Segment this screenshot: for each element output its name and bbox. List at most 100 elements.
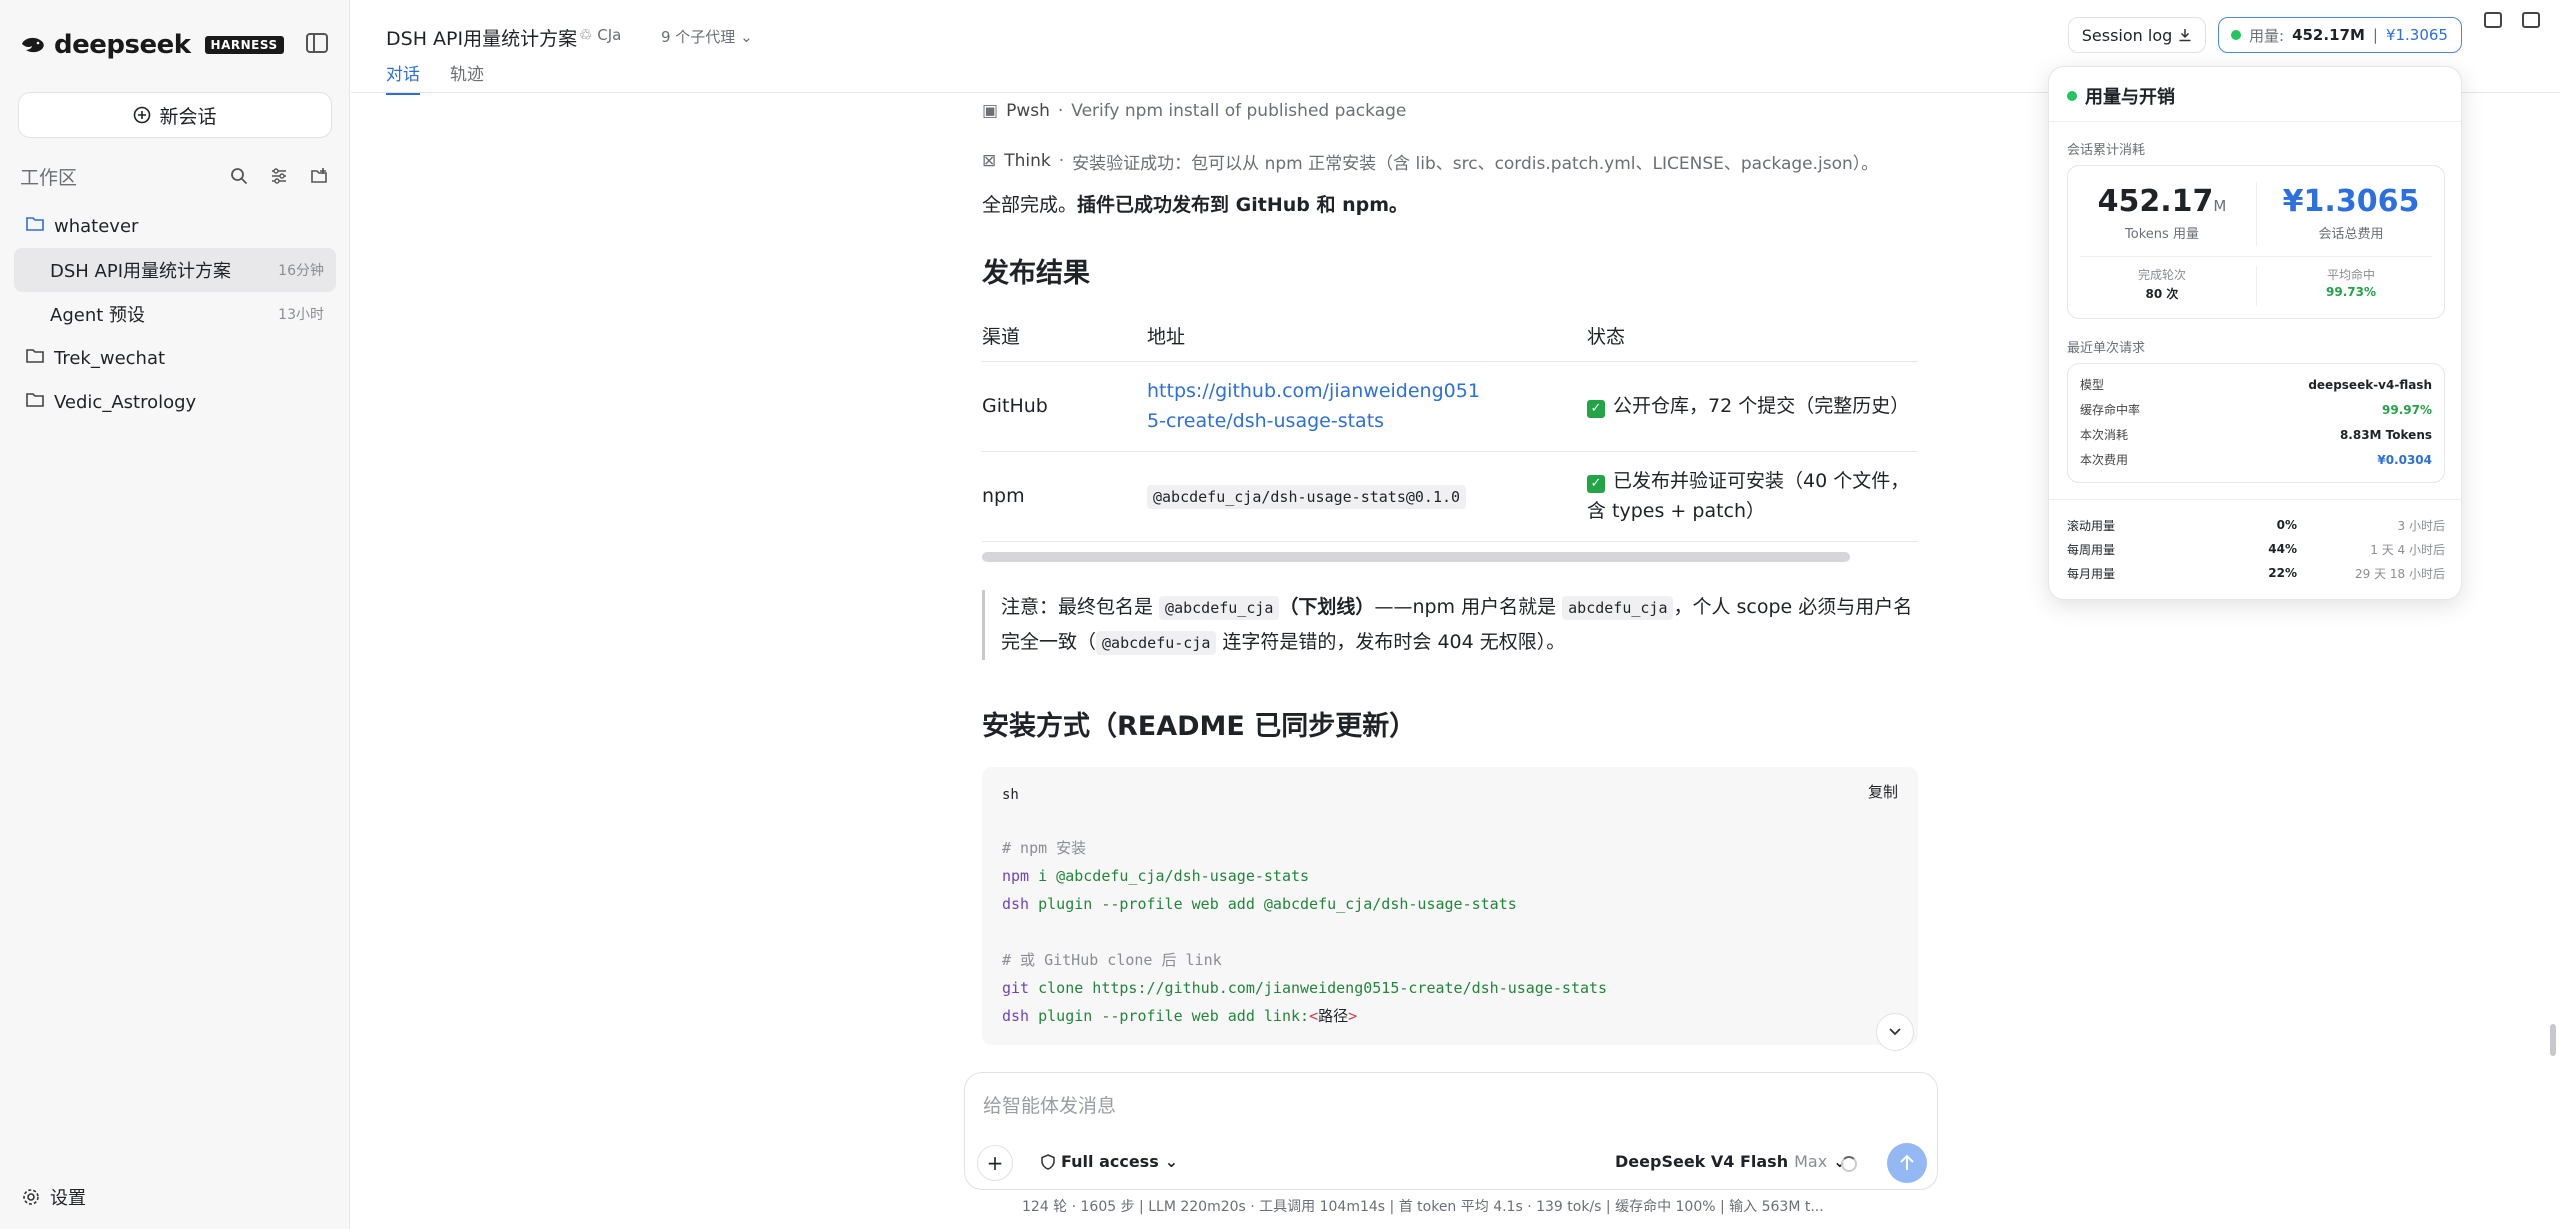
col-address: 地址: [1147, 310, 1587, 362]
code-angle: <: [1309, 1006, 1319, 1025]
done-paragraph: 全部完成。插件已成功发布到 GitHub 和 npm。: [982, 190, 1918, 217]
code-cmd: npm: [1002, 866, 1030, 885]
chevron-down-icon: ⌄: [740, 28, 753, 46]
folder-vedic-astrology[interactable]: Vedic_Astrology: [14, 380, 336, 424]
think-step[interactable]: ⊠ Think · 安装验证成功：包可以从 npm 正常安装（含 lib、src…: [982, 146, 1918, 176]
cell-status: ✓ 公开仓库，72 个提交（完整历史）: [1587, 361, 1918, 452]
conversation-content: ▣ Pwsh · Verify npm install of published…: [982, 96, 1918, 1045]
loading-spinner-icon: [1841, 1156, 1857, 1172]
kv-row: 本次费用 ¥0.0304: [2080, 447, 2432, 472]
tab-trace[interactable]: 轨迹: [450, 60, 484, 95]
step-text: Verify npm install of published package: [1071, 101, 1407, 121]
message-composer[interactable]: 给智能体发消息 + Full access ⌄ DeepSeek V4 Flas…: [964, 1072, 1938, 1190]
table-row: npm @abcdefu_cja/dsh-usage-stats@0.1.0 ✓…: [982, 451, 1918, 542]
attach-button[interactable]: +: [977, 1145, 1013, 1181]
npm-package-code: @abcdefu_cja/dsh-usage-stats@0.1.0: [1147, 484, 1467, 509]
subagents-label: 9 个子代理: [661, 28, 736, 46]
divider: |: [2372, 26, 2378, 44]
tab-chat[interactable]: 对话: [386, 60, 420, 95]
cell-channel: GitHub: [982, 361, 1147, 452]
install-heading: 安装方式（README 已同步更新）: [982, 710, 1417, 742]
usage-limits: 滚动用量 0% 3 小时后 每周用量 44% 1 天 4 小时后 每月用量 22% 29 天…: [2067, 513, 2445, 585]
message-input[interactable]: 给智能体发消息: [983, 1091, 1116, 1118]
folder-whatever[interactable]: whatever: [14, 204, 336, 248]
chevron-down-icon: [1889, 1028, 1901, 1036]
chat-time: 13小时: [278, 307, 324, 323]
new-folder-icon[interactable]: [308, 165, 330, 187]
sidebar-toggle-icon[interactable]: [306, 33, 328, 53]
settings-button[interactable]: 设置: [22, 1184, 86, 1210]
chat-label: DSH API用量统计方案: [50, 261, 232, 282]
tool-step[interactable]: ▣ Pwsh · Verify npm install of published…: [982, 96, 1918, 126]
usage-button[interactable]: 用量: 452.17M | ¥1.3065: [2218, 17, 2462, 53]
new-chat-button[interactable]: 新会话: [18, 92, 332, 138]
model-dropdown[interactable]: DeepSeek V4 Flash Max ⌄: [1615, 1152, 1847, 1171]
folder-icon: [26, 392, 46, 413]
model-label: DeepSeek V4 Flash: [1615, 1152, 1789, 1171]
folder-icon: [26, 348, 46, 369]
github-link[interactable]: https://github.com/jianweideng0515-creat…: [1147, 380, 1480, 432]
note-code: abcdefu_cja: [1562, 595, 1674, 620]
note-text: 注意：最终包名是: [1001, 595, 1160, 618]
kv-key: 本次消耗: [2080, 428, 2129, 442]
limit-reset: 3 小时后: [2397, 518, 2445, 533]
page-scrollbar[interactable]: [2550, 1024, 2556, 1056]
chat-item-agent[interactable]: Agent 预设 13小时: [14, 292, 336, 336]
filter-icon[interactable]: [268, 165, 290, 187]
note-bold: （下划线）: [1279, 595, 1375, 618]
divider: [2049, 121, 2461, 122]
panel-right-icon[interactable]: [2522, 12, 2540, 28]
popover-title: 用量与开销: [2067, 83, 2175, 109]
settings-label: 设置: [50, 1188, 86, 1209]
search-icon[interactable]: [228, 165, 250, 187]
limit-label: 每月用量: [2067, 566, 2116, 581]
kv-value: ¥0.0304: [2377, 452, 2432, 467]
table-scrollbar[interactable]: [982, 551, 1850, 562]
code-args: i @abcdefu_cja/dsh-usage-stats: [1029, 866, 1310, 885]
limit-label: 每周用量: [2067, 542, 2116, 557]
cell-address: https://github.com/jianweideng0515-creat…: [1147, 361, 1587, 452]
scroll-down-button[interactable]: [1876, 1013, 1914, 1051]
hit-value: 99.73%: [2326, 285, 2376, 299]
status-text: 公开仓库，72 个提交（完整历史）: [1613, 395, 1910, 418]
session-summary: 452.17M Tokens 用量 ¥1.3065 会话总费用 完成轮次 80 …: [2067, 165, 2445, 319]
send-button[interactable]: [1887, 1143, 1927, 1183]
tokens-stat: 452.17M Tokens 用量: [2068, 184, 2256, 242]
step-kind: Think: [1004, 151, 1051, 171]
subagents-dropdown[interactable]: 9 个子代理 ⌄: [661, 26, 753, 47]
recent-request: 模型 deepseek-v4-flash 缓存命中率 99.97% 本次消耗 8.83…: [2067, 363, 2445, 483]
results-heading: 发布结果: [982, 258, 1090, 289]
kv-value: 99.97%: [2382, 402, 2432, 417]
chat-item-dsh[interactable]: DSH API用量统计方案 16分钟: [14, 248, 336, 292]
cell-address: @abcdefu_cja/dsh-usage-stats@0.1.0: [1147, 451, 1587, 542]
owner-label: ♲ CJa: [579, 26, 621, 44]
code-comment: # npm 安装: [1002, 838, 1087, 857]
kv-value: 8.83M Tokens: [2339, 427, 2432, 442]
status-dot-icon: [2231, 30, 2241, 40]
divider: [2049, 499, 2461, 500]
chevron-down-icon: ⌄: [1164, 1152, 1179, 1171]
code-args: plugin --profile web add link:: [1029, 1006, 1310, 1025]
brand-logo[interactable]: deepseek HARNESS: [20, 30, 284, 60]
limit-row: 每周用量 44% 1 天 4 小时后: [2067, 537, 2445, 561]
session-log-button[interactable]: Session log: [2068, 17, 2206, 53]
folder-trek-wechat[interactable]: Trek_wechat: [14, 336, 336, 380]
brand-name: deepseek: [54, 30, 191, 60]
hit-label: 平均命中: [2326, 268, 2375, 282]
kv-value: deepseek-v4-flash: [2308, 377, 2432, 392]
copy-button[interactable]: 复制: [1868, 781, 1898, 802]
workspace-tree: whatever DSH API用量统计方案 16分钟 Agent 预设 13小…: [14, 204, 336, 424]
cell-status: ✓ 已发布并验证可安装（40 个文件，含 types + patch）: [1587, 451, 1918, 542]
panel-bottom-icon[interactable]: [2484, 12, 2502, 28]
session-label: 会话累计消耗: [2067, 143, 2146, 158]
col-channel: 渠道: [982, 310, 1147, 362]
kv-key: 模型: [2080, 378, 2105, 392]
results-table: 渠道 地址 状态 GitHub https://github.com/jianw…: [982, 310, 1918, 542]
limit-row: 每月用量 22% 29 天 18 小时后: [2067, 561, 2445, 585]
session-log-label: Session log: [2081, 25, 2173, 45]
done-prefix: 全部完成。: [982, 194, 1078, 216]
rounds-value: 80 次: [2145, 287, 2179, 301]
brand-badge: HARNESS: [204, 36, 284, 54]
limit-percent: 22%: [2268, 566, 2297, 580]
access-dropdown[interactable]: Full access ⌄: [1041, 1152, 1178, 1171]
